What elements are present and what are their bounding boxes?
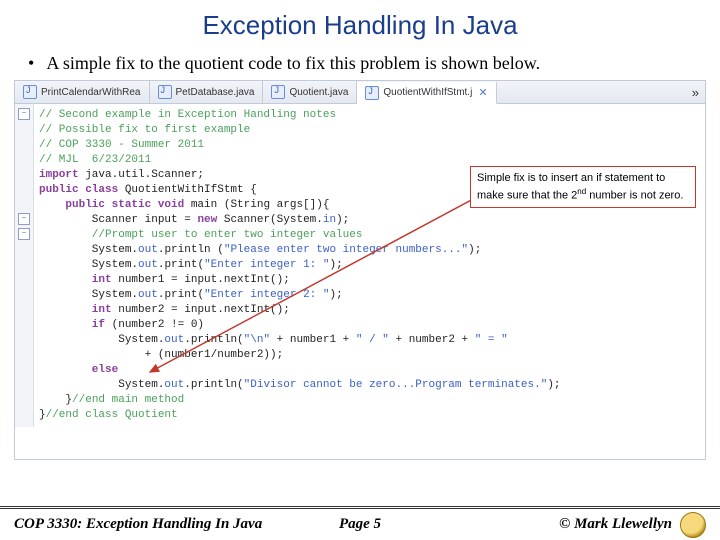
bullet-dot: • <box>28 53 34 74</box>
fold-toggle-icon[interactable]: − <box>18 108 30 120</box>
code-line: //Prompt user to enter two integer value… <box>39 228 705 243</box>
tab-quotientwithifstmt[interactable]: QuotientWithIfStmt.j ✕ <box>357 82 496 104</box>
tab-overflow-button[interactable]: » <box>686 85 705 100</box>
tab-label: Quotient.java <box>289 87 348 98</box>
java-file-icon <box>158 85 172 99</box>
slide: Exception Handling In Java • A simple fi… <box>0 0 720 540</box>
tab-printcalendar[interactable]: PrintCalendarWithRea <box>15 81 150 103</box>
close-icon[interactable]: ✕ <box>478 86 487 99</box>
code-line: System.out.print("Enter integer 2: "); <box>39 288 705 303</box>
code-line: System.out.println("\n" + number1 + " / … <box>39 333 705 348</box>
code-line: // Second example in Exception Handling … <box>39 108 705 123</box>
footer-copyright: © Mark Llewellyn <box>559 516 672 533</box>
footer-left: COP 3330: Exception Handling In Java <box>14 516 262 533</box>
code-line: int number1 = input.nextInt(); <box>39 273 705 288</box>
code-line: int number2 = input.nextInt(); <box>39 303 705 318</box>
ide-pane: PrintCalendarWithRea PetDatabase.java Qu… <box>14 80 706 460</box>
java-file-icon <box>23 85 37 99</box>
code-line: }//end class Quotient <box>39 408 705 423</box>
fold-toggle-icon[interactable]: − <box>18 228 30 240</box>
code-line: System.out.println ("Please enter two in… <box>39 243 705 258</box>
tab-label: PetDatabase.java <box>176 87 255 98</box>
tab-petdatabase[interactable]: PetDatabase.java <box>150 81 264 103</box>
code-line: else <box>39 363 705 378</box>
footer-right: © Mark Llewellyn <box>559 512 706 538</box>
code-line: // COP 3330 - Summer 2011 <box>39 138 705 153</box>
tab-quotient[interactable]: Quotient.java <box>263 81 357 103</box>
code-line: }//end main method <box>39 393 705 408</box>
tab-label: QuotientWithIfStmt.j <box>383 87 472 98</box>
callout-text-b: number is not zero. <box>586 190 683 202</box>
callout-box: Simple fix is to insert an if statement … <box>470 166 696 208</box>
code-line: System.out.println("Divisor cannot be ze… <box>39 378 705 393</box>
code-line: System.out.print("Enter integer 1: "); <box>39 258 705 273</box>
java-file-icon <box>365 86 379 100</box>
bullet-row: • A simple fix to the quotient code to f… <box>0 41 720 80</box>
code-line: Scanner input = new Scanner(System.in); <box>39 213 705 228</box>
tab-label: PrintCalendarWithRea <box>41 87 141 98</box>
fold-toggle-icon[interactable]: − <box>18 213 30 225</box>
code-line: // Possible fix to first example <box>39 123 705 138</box>
code-area: − − − // Second example in Exception Han… <box>15 104 705 427</box>
footer-page: Page 5 <box>339 516 381 533</box>
ucf-logo-icon <box>680 512 706 538</box>
java-file-icon <box>271 85 285 99</box>
code-line: + (number1/number2)); <box>39 348 705 363</box>
bullet-text: A simple fix to the quotient code to fix… <box>46 53 540 74</box>
slide-footer: COP 3330: Exception Handling In Java Pag… <box>0 506 720 540</box>
editor-gutter: − − − <box>15 104 34 427</box>
slide-title: Exception Handling In Java <box>0 0 720 41</box>
callout-sup: nd <box>577 187 586 196</box>
editor-tab-bar: PrintCalendarWithRea PetDatabase.java Qu… <box>15 81 705 104</box>
code-line: if (number2 != 0) <box>39 318 705 333</box>
